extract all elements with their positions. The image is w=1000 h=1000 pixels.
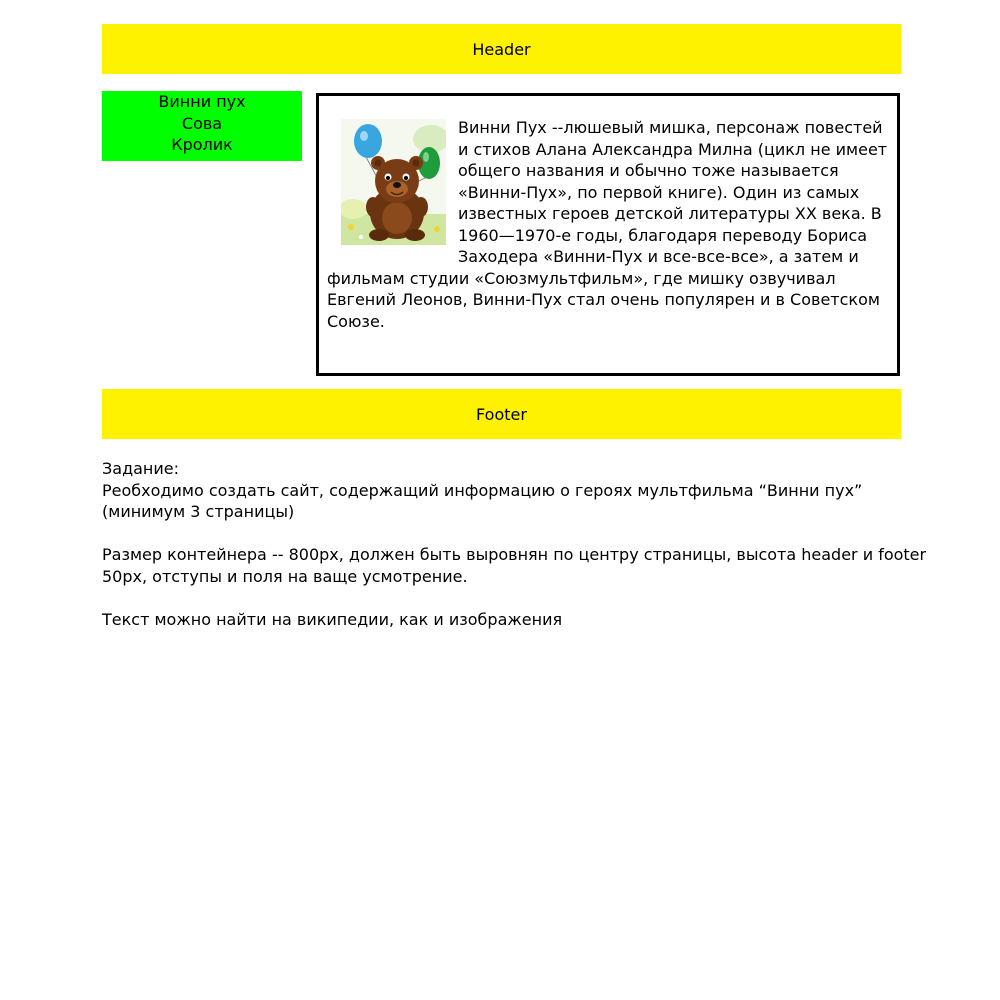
task-line-3: Текст можно найти на википедии, как и из… xyxy=(102,609,563,629)
header: Header xyxy=(102,24,901,74)
nav-item-rabbit[interactable]: Кролик xyxy=(102,134,302,156)
content-box: Винни Пух --люшевый мишка, персонаж пове… xyxy=(316,93,900,376)
nav-item-owl[interactable]: Сова xyxy=(102,113,302,135)
task-title: Задание: xyxy=(102,459,180,478)
page-container: Header Винни пух Сова Кролик Винни Пух -… xyxy=(102,24,901,439)
sidebar-nav: Винни пух Сова Кролик xyxy=(102,91,302,161)
task-description: Задание: Реобходимо создать сайт, содерж… xyxy=(102,458,932,630)
footer: Footer xyxy=(102,389,901,439)
main-row: Винни пух Сова Кролик Винни Пух --люшевы… xyxy=(102,91,901,376)
winnie-pooh-image xyxy=(341,119,446,245)
task-line-1: Реобходимо создать сайт, содержащий инфо… xyxy=(102,480,863,522)
header-label: Header xyxy=(472,39,531,59)
footer-label: Footer xyxy=(476,404,527,424)
task-line-2: Размер контейнера -- 800px, должен быть … xyxy=(102,545,927,586)
nav-item-winnie[interactable]: Винни пух xyxy=(102,91,302,113)
